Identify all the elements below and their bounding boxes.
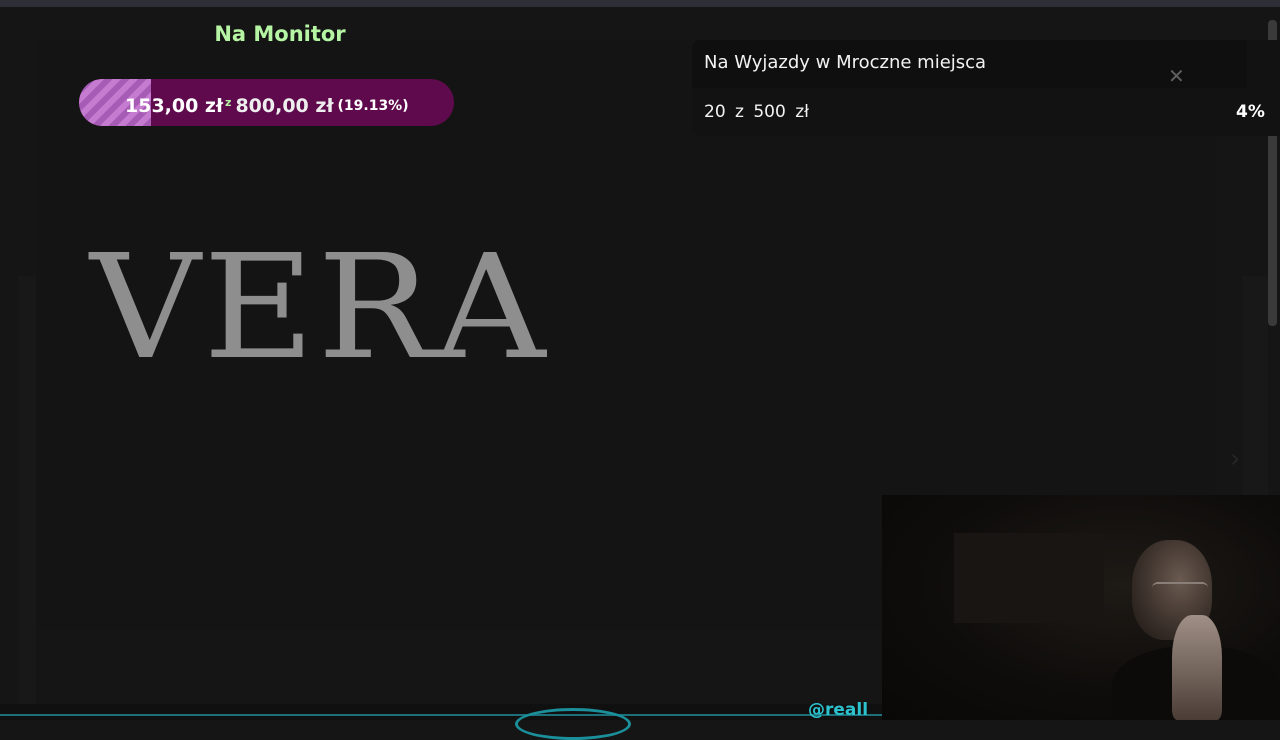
donation-current-amount: 153,00 zł xyxy=(125,95,224,117)
donation-separator: z xyxy=(225,96,232,109)
chevron-right-icon[interactable]: › xyxy=(1230,444,1240,474)
bottom-arc-decoration xyxy=(515,708,631,740)
donation-target-amount: 800,00 zł xyxy=(235,95,334,117)
tip-goal-percent: 4% xyxy=(1236,102,1265,122)
donation-goal-text: 153,00 zł z 800,00 zł (19.13%) xyxy=(125,79,409,126)
background-side-panel-left xyxy=(18,276,36,706)
webcam-feed xyxy=(882,495,1280,720)
close-icon[interactable]: ✕ xyxy=(1168,64,1185,88)
bottom-accent-line xyxy=(0,714,882,716)
bottom-overlay-strip xyxy=(0,704,882,720)
donation-goal-bar: 153,00 zł z 800,00 zł (19.13%) xyxy=(79,79,454,126)
donation-goal-title: Na Monitor xyxy=(214,22,346,46)
donation-percent: (19.13%) xyxy=(337,98,409,114)
tip-goal-title: Na Wyjazdy w Mroczne miejsca xyxy=(704,52,987,73)
social-handle: @reall xyxy=(808,700,869,720)
background-side-panel-right xyxy=(1242,276,1268,496)
tip-goal-progress: 20 z 500 zł xyxy=(704,102,809,122)
vera-logo-text: VERA xyxy=(90,225,549,393)
top-window-strip xyxy=(0,0,1280,7)
